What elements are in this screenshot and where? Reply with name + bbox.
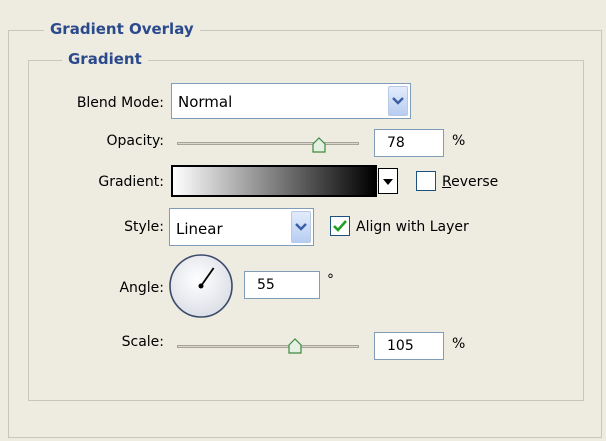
style-value: Linear xyxy=(176,220,223,238)
angle-input[interactable]: 55 xyxy=(244,271,320,299)
angle-dial[interactable] xyxy=(168,253,234,319)
blend-mode-label: Blend Mode: xyxy=(76,95,164,111)
opacity-input[interactable]: 78 xyxy=(374,129,444,157)
style-select[interactable]: Linear xyxy=(169,208,314,246)
scale-slider-track[interactable] xyxy=(177,345,359,348)
blend-mode-select[interactable]: Normal xyxy=(171,83,411,119)
opacity-label: Opacity: xyxy=(106,133,164,149)
align-with-layer-label: Align with Layer xyxy=(356,219,469,235)
blend-mode-value: Normal xyxy=(178,93,233,111)
section-title: Gradient xyxy=(62,50,148,68)
scale-slider-thumb[interactable] xyxy=(288,338,302,354)
checkmark-icon xyxy=(333,220,347,232)
reverse-label: Reverse xyxy=(442,174,499,190)
scale-input[interactable]: 105 xyxy=(374,332,444,360)
align-with-layer-checkbox[interactable] xyxy=(330,216,350,236)
opacity-unit: % xyxy=(452,133,466,149)
gradient-label: Gradient: xyxy=(98,174,164,190)
angle-unit: ° xyxy=(327,272,334,288)
triangle-down-icon xyxy=(383,179,393,185)
scale-unit: % xyxy=(452,336,466,352)
angle-label: Angle: xyxy=(119,280,164,296)
chevron-down-icon[interactable] xyxy=(388,86,408,116)
opacity-slider-track[interactable] xyxy=(177,142,359,145)
chevron-down-icon[interactable] xyxy=(291,211,311,243)
reverse-checkbox[interactable] xyxy=(416,171,436,191)
style-label: Style: xyxy=(124,219,164,235)
gradient-preview[interactable] xyxy=(171,165,377,197)
opacity-slider-thumb[interactable] xyxy=(312,137,326,153)
scale-label: Scale: xyxy=(121,334,164,350)
gradient-dropdown[interactable] xyxy=(378,168,398,194)
panel-title: Gradient Overlay xyxy=(44,20,200,38)
